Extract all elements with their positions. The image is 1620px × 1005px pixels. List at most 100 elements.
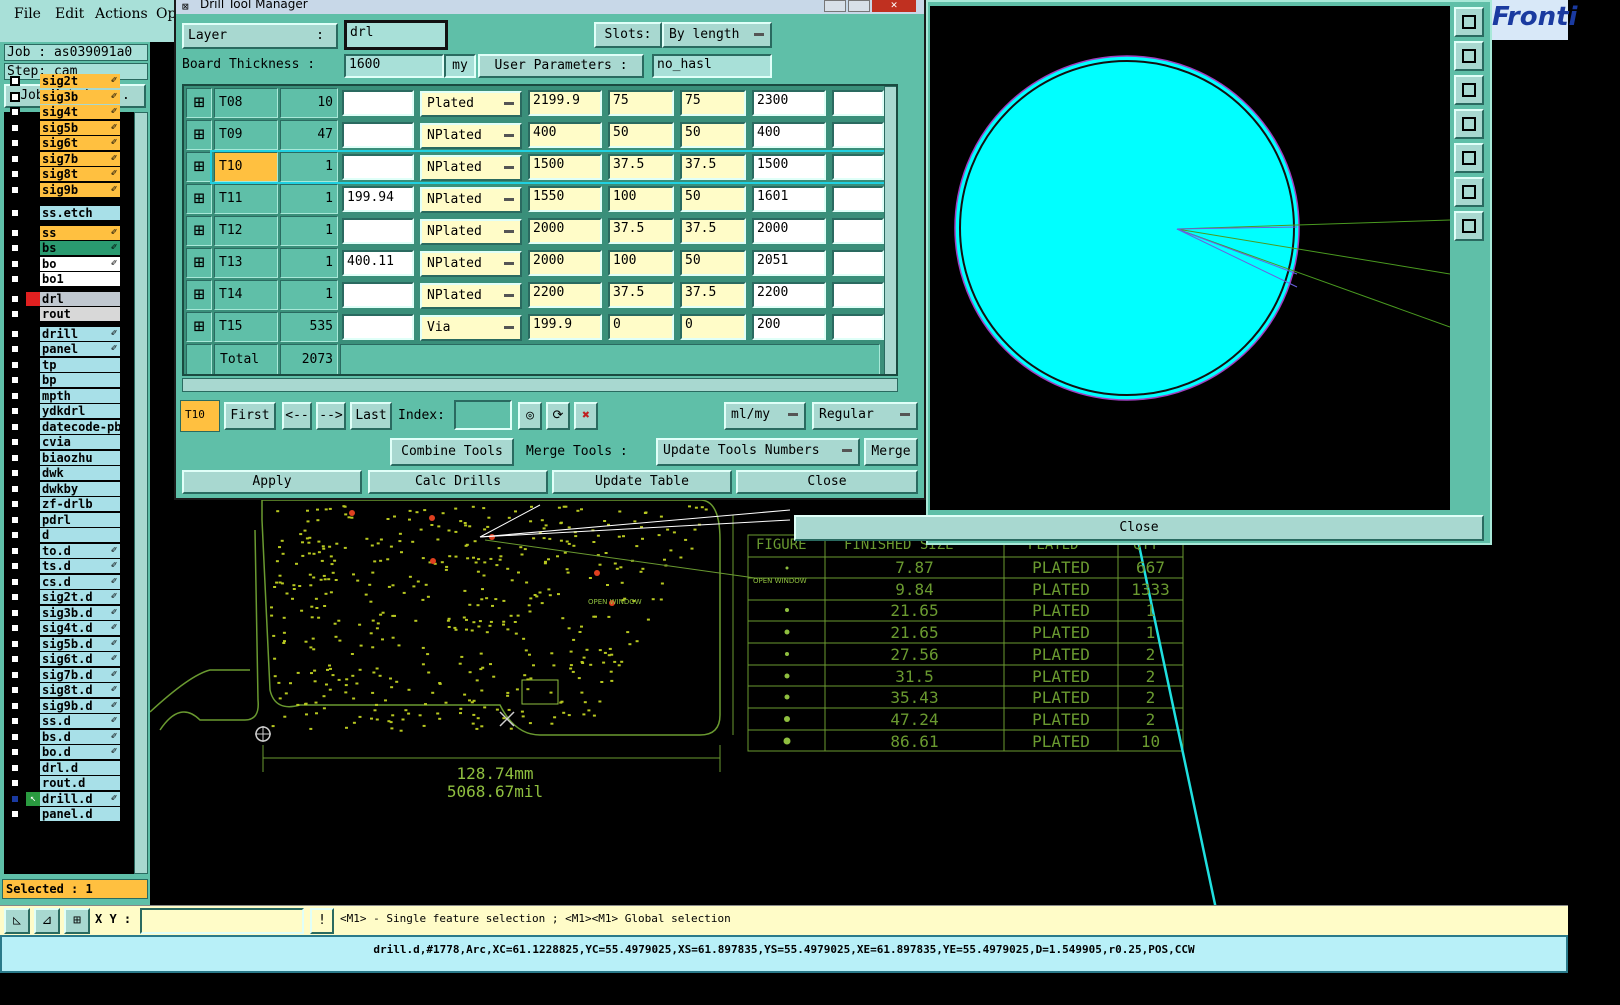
tool-finish-size[interactable] — [342, 122, 414, 148]
tool-name[interactable]: T09 — [214, 120, 278, 150]
layer-row-bo1[interactable]: bo1 — [6, 272, 120, 286]
index-field[interactable] — [454, 400, 512, 430]
layer-row-pdrl[interactable]: pdrl — [6, 512, 120, 527]
tool-bit-size[interactable]: 400 — [752, 122, 826, 148]
layer-row-dwkby[interactable]: dwkby — [6, 481, 120, 496]
close-button[interactable]: Close — [736, 470, 918, 494]
last-button[interactable]: Last — [350, 402, 392, 430]
layer-checkbox[interactable] — [10, 309, 20, 319]
tool-drill-size[interactable]: 1550 — [528, 186, 602, 212]
slots-dropdown[interactable]: By length — [662, 22, 772, 48]
layer-name[interactable]: drl.d — [40, 760, 120, 775]
layer-checkbox[interactable] — [10, 107, 20, 117]
zoom-expand-icon[interactable] — [1454, 177, 1484, 207]
layer-name[interactable]: drill — [40, 326, 120, 341]
layer-name[interactable]: bs — [40, 241, 120, 255]
layer-name[interactable]: ss — [40, 225, 120, 240]
tool-minus-tol[interactable]: 37.5 — [680, 282, 746, 308]
next-button[interactable]: --> — [316, 402, 346, 430]
layer-row-drill[interactable]: drill ✐ — [6, 326, 120, 341]
layer-name[interactable]: sig5b — [40, 120, 120, 135]
layer-row-zf-drlb[interactable]: zf-drlb — [6, 497, 120, 511]
tool-plus-tol[interactable]: 50 — [608, 122, 674, 148]
layer-checkbox[interactable] — [10, 76, 20, 86]
tool-finish-size[interactable] — [342, 314, 414, 340]
layer-checkbox[interactable] — [10, 421, 20, 432]
dialog-titlebar[interactable]: ⊠ Drill Tool Manager ✕ — [176, 0, 924, 14]
tool-name[interactable]: T15 — [214, 312, 278, 342]
layer-checkbox[interactable] — [10, 576, 20, 587]
tool-bit-size[interactable]: 200 — [752, 314, 826, 340]
layer-name[interactable]: ts.d — [40, 559, 120, 573]
layer-row-to.d[interactable]: to.d ✐ — [6, 543, 120, 558]
layer-checkbox[interactable] — [10, 716, 20, 726]
layer-checkbox[interactable] — [10, 437, 20, 447]
tool-drill-size[interactable]: 2199.9 — [528, 90, 602, 116]
layer-checkbox[interactable] — [10, 592, 20, 602]
layer-checkbox[interactable] — [10, 809, 20, 819]
tool-drill-size[interactable]: 2000 — [528, 250, 602, 276]
layer-checkbox[interactable] — [10, 208, 20, 218]
tool-extra[interactable] — [832, 314, 884, 340]
layer-checkbox[interactable] — [10, 762, 20, 773]
tool-bit-size[interactable]: 2000 — [752, 218, 826, 244]
tool-name[interactable]: T12 — [214, 216, 278, 246]
layer-name[interactable]: panel — [40, 342, 120, 356]
zoom-left-icon[interactable] — [1454, 109, 1484, 139]
layer-row-d[interactable]: d — [6, 528, 120, 542]
tool-a-icon[interactable]: ◺ — [4, 908, 30, 934]
layer-name[interactable]: datecode-pbe — [40, 419, 120, 434]
tool-finish-size[interactable] — [342, 218, 414, 244]
refresh-icon[interactable]: ⟳ — [546, 402, 570, 430]
layer-checkbox[interactable] — [10, 747, 20, 757]
zoom-down-icon[interactable] — [1454, 75, 1484, 105]
zoom-right-icon[interactable] — [1454, 143, 1484, 173]
row-expand-icon[interactable]: ⊞ — [186, 312, 212, 342]
layer-row-bo.d[interactable]: bo.d ✐ — [6, 745, 120, 759]
layer-checkbox[interactable] — [10, 91, 20, 102]
tool-extra[interactable] — [832, 218, 884, 244]
layer-checkbox[interactable] — [10, 344, 20, 354]
layer-name[interactable]: panel.d — [40, 807, 120, 821]
tool-table-vscroll[interactable] — [884, 86, 896, 374]
update-numbers-dropdown[interactable]: Update Tools Numbers — [656, 438, 860, 466]
layer-name[interactable]: rout — [40, 307, 120, 321]
layer-checkbox[interactable] — [10, 514, 20, 525]
tool-name[interactable]: T11 — [214, 184, 278, 214]
layer-name[interactable]: zf-drlb — [40, 497, 120, 511]
tool-c-icon[interactable]: ⊞ — [64, 908, 90, 934]
layer-row-sig5b.d[interactable]: sig5b.d ✐ — [6, 636, 120, 651]
tool-minus-tol[interactable]: 50 — [680, 186, 746, 212]
zoom-canvas[interactable] — [930, 6, 1450, 510]
tool-plus-tol[interactable]: 100 — [608, 250, 674, 276]
layer-name[interactable]: sig2t.d — [40, 590, 120, 604]
layer-name[interactable]: sig8t.d — [40, 683, 120, 697]
tool-plus-tol[interactable]: 37.5 — [608, 218, 674, 244]
combine-tools-button[interactable]: Combine Tools — [390, 438, 514, 466]
row-expand-icon[interactable]: ⊞ — [186, 120, 212, 150]
layer-name[interactable]: sig9b.d — [40, 698, 120, 713]
minimize-button[interactable] — [824, 0, 846, 12]
layer-field[interactable]: drl — [344, 20, 448, 50]
layer-name[interactable]: mpth — [40, 388, 120, 403]
layer-name[interactable]: bs.d — [40, 729, 120, 744]
zoom-shrink-icon[interactable] — [1454, 211, 1484, 241]
layer-row-panel.d[interactable]: panel.d — [6, 807, 120, 821]
layer-name[interactable]: sig5b.d — [40, 636, 120, 651]
update-table-button[interactable]: Update Table — [552, 470, 732, 494]
layer-row-bo[interactable]: bo ✐ — [6, 256, 120, 271]
layer-checkbox[interactable] — [10, 654, 20, 664]
layer-name[interactable]: dwkby — [40, 481, 120, 496]
zoom-close-button[interactable]: Close — [794, 515, 1484, 541]
layer-name[interactable]: ss.d — [40, 714, 120, 728]
layer-checkbox[interactable] — [10, 227, 20, 238]
layer-name[interactable]: sig4t.d — [40, 621, 120, 635]
layer-checkbox[interactable] — [10, 561, 20, 571]
layer-name[interactable]: dwk — [40, 466, 120, 480]
layer-row-ss[interactable]: ss ✐ — [6, 225, 120, 240]
layer-row-cs.d[interactable]: cs.d ✐ — [6, 574, 120, 589]
apply-button[interactable]: Apply — [182, 470, 362, 494]
tool-name[interactable]: T10 — [214, 152, 278, 182]
layer-checkbox[interactable] — [10, 328, 20, 339]
tool-plus-tol[interactable]: 37.5 — [608, 282, 674, 308]
